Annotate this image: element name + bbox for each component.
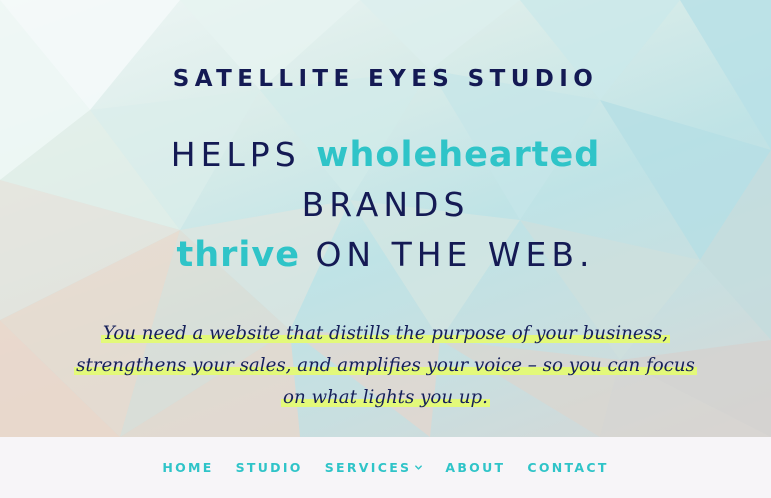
studio-brand-name: SATELLITE EYES STUDIO [172,66,599,92]
headline-line-3: thrive ON THE WEB. [0,230,771,280]
tagline-line-2: strengthens your sales, and amplifies yo… [74,355,697,376]
headline-line-1: HELPS wholehearted [0,130,771,180]
headline-wholehearted: wholehearted [316,135,601,175]
nav-studio-link[interactable]: STUDIO [236,460,303,475]
nav-home-label: HOME [162,460,214,475]
tagline-line-1: You need a website that distills the pur… [100,323,671,344]
hero-tagline: You need a website that distills the pur… [60,318,711,414]
nav-services-link[interactable]: SERVICES [325,460,424,475]
headline-thrive: thrive [176,235,300,275]
headline-helps: HELPS [170,135,301,174]
page: SATELLITE EYES STUDIO HELPS wholehearted… [0,0,771,498]
chevron-down-icon [415,465,423,470]
hero-headline: HELPS wholehearted BRANDS thrive ON THE … [0,130,771,280]
nav-about-label: ABOUT [445,460,506,475]
tagline-line-3: on what lights you up. [281,387,490,408]
nav-home-link[interactable]: HOME [162,460,213,475]
nav-studio-label: STUDIO [235,460,303,475]
nav-services-label: SERVICES [324,460,412,475]
headline-line-2: BRANDS [0,180,771,230]
headline-brands: BRANDS [301,185,470,224]
nav-contact-link[interactable]: CONTACT [527,460,608,475]
main-navigation: HOME STUDIO SERVICES ABOUT CONTACT [0,437,771,498]
headline-on-the-web: ON THE WEB. [315,235,595,274]
nav-about-link[interactable]: ABOUT [445,460,505,475]
hero-section: SATELLITE EYES STUDIO HELPS wholehearted… [0,0,771,437]
nav-contact-label: CONTACT [527,460,609,475]
